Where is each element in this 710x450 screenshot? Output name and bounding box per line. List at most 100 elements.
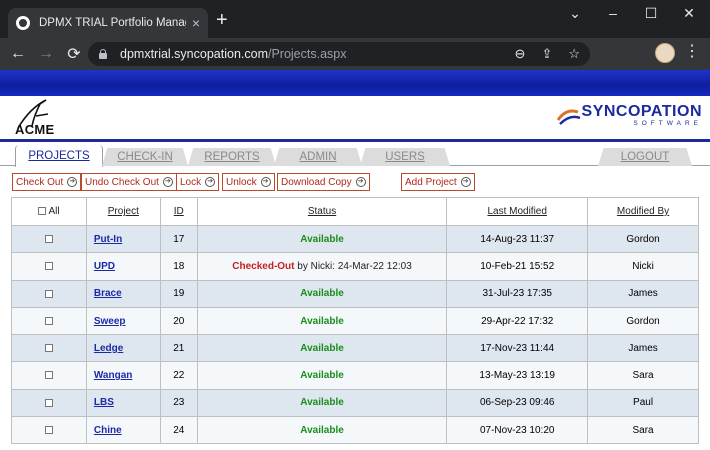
- tab-check-in[interactable]: CHECK-IN: [102, 148, 188, 166]
- project-link[interactable]: Ledge: [94, 343, 123, 354]
- project-link[interactable]: Wangan: [94, 370, 133, 381]
- new-tab-icon[interactable]: +: [216, 10, 228, 30]
- project-link[interactable]: Brace: [94, 288, 122, 299]
- profile-avatar[interactable]: [655, 43, 675, 63]
- row-checkbox[interactable]: [44, 371, 53, 380]
- add-project-button[interactable]: Add Project ➔: [401, 173, 475, 191]
- modified-by-column-header[interactable]: Modified By: [587, 197, 699, 226]
- project-id: 19: [159, 279, 198, 308]
- reload-icon[interactable]: ⟳: [60, 40, 88, 68]
- add-project-label: Add Project: [405, 176, 457, 188]
- unlock-label: Unlock: [226, 176, 257, 188]
- header-band: [0, 70, 710, 96]
- table-row: Ledge 21 Available 17-Nov-23 11:44 James: [11, 334, 699, 363]
- modified-by: Paul: [587, 388, 699, 418]
- row-checkbox[interactable]: [44, 344, 53, 353]
- app-header: ACME SYNCOPATION SOFTWARE: [0, 96, 710, 142]
- project-column-header[interactable]: Project: [85, 197, 161, 226]
- bookmark-star-icon[interactable]: ☆: [568, 46, 580, 62]
- tab-search-icon[interactable]: ⌄: [556, 0, 594, 26]
- project-link[interactable]: UPD: [94, 261, 115, 272]
- arrow-right-icon: ➔: [460, 177, 471, 187]
- table-row: Sweep 20 Available 29-Apr-22 17:32 Gordo…: [11, 306, 699, 336]
- row-checkbox[interactable]: [44, 289, 53, 298]
- close-window-icon[interactable]: ✕: [670, 0, 708, 26]
- tab-reports[interactable]: REPORTS: [188, 148, 276, 166]
- zoom-icon[interactable]: ⊖: [515, 46, 526, 62]
- arrow-right-icon: ➔: [260, 177, 271, 187]
- status-text: Available: [300, 370, 344, 382]
- modified-by-header-label[interactable]: Modified By: [617, 206, 669, 217]
- browser-menu-icon[interactable]: ⋮: [684, 44, 700, 60]
- project-link[interactable]: Chine: [94, 425, 122, 436]
- row-checkbox[interactable]: [44, 262, 53, 271]
- undo-check-out-button[interactable]: Undo Check Out ➔: [81, 173, 177, 191]
- projects-grid: All Project ID Status Last Modified Modi…: [11, 197, 699, 445]
- status-text: Available: [300, 233, 344, 245]
- id-header-label[interactable]: ID: [174, 206, 184, 217]
- tab-projects[interactable]: PROJECTS: [15, 145, 103, 167]
- maximize-icon[interactable]: ☐: [632, 0, 670, 26]
- vendor-name: SYNCOPATION: [581, 103, 702, 120]
- modified-by: Gordon: [587, 306, 699, 336]
- row-checkbox[interactable]: [44, 316, 53, 325]
- tab-title: DPMX TRIAL Portfolio Managem: [39, 17, 186, 29]
- lock-button[interactable]: Lock ➔: [176, 173, 220, 191]
- project-link[interactable]: Put-In: [94, 234, 122, 245]
- globe-icon: [16, 16, 30, 30]
- last-modified: 14-Aug-23 11:37: [446, 224, 589, 254]
- project-link[interactable]: LBS: [94, 397, 114, 408]
- tab-close-icon[interactable]: ×: [192, 15, 200, 31]
- select-all-checkbox[interactable]: [38, 207, 47, 216]
- project-id: 17: [159, 224, 198, 254]
- last-modified-header-label[interactable]: Last Modified: [487, 206, 546, 217]
- company-name: ACME: [15, 122, 55, 137]
- status-column-header[interactable]: Status: [196, 197, 448, 226]
- table-row: UPD 18 Checked-Out by Nicki: 24-Mar-22 1…: [11, 252, 699, 281]
- table-row: LBS 23 Available 06-Sep-23 09:46 Paul: [11, 388, 699, 418]
- table-row: Put-In 17 Available 14-Aug-23 11:37 Gord…: [11, 224, 699, 254]
- last-modified: 06-Sep-23 09:46: [446, 388, 589, 418]
- url-path: /Projects.aspx: [267, 47, 347, 61]
- minimize-icon[interactable]: –: [594, 0, 632, 26]
- select-all-label: All: [48, 206, 60, 217]
- check-out-label: Check Out: [16, 176, 64, 188]
- project-header-label[interactable]: Project: [108, 206, 139, 217]
- project-id: 22: [159, 361, 198, 390]
- modified-by: Sara: [587, 416, 699, 445]
- tab-logout[interactable]: LOGOUT: [598, 148, 692, 166]
- arrow-right-icon: ➔: [162, 177, 173, 187]
- browser-tab[interactable]: DPMX TRIAL Portfolio Managem ×: [8, 8, 208, 38]
- project-link[interactable]: Sweep: [94, 316, 126, 327]
- lock-icon: [98, 49, 108, 59]
- status-text: Available: [300, 315, 344, 327]
- id-column-header[interactable]: ID: [159, 197, 198, 226]
- table-row: Chine 24 Available 07-Nov-23 10:20 Sara: [11, 416, 699, 445]
- main-tabs: PROJECTS CHECK-IN REPORTS ADMIN USERS LO…: [0, 144, 710, 167]
- table-row: Wangan 22 Available 13-May-23 13:19 Sara: [11, 361, 699, 390]
- syncopation-logo: SYNCOPATION SOFTWARE: [556, 104, 702, 127]
- modified-by: James: [587, 279, 699, 308]
- status-header-label[interactable]: Status: [308, 206, 336, 217]
- status-text: Available: [300, 288, 344, 300]
- download-copy-button[interactable]: Download Copy ➔: [277, 173, 370, 191]
- last-modified: 13-May-23 13:19: [446, 361, 589, 390]
- arrow-right-icon: ➔: [67, 177, 78, 187]
- modified-by: Gordon: [587, 224, 699, 254]
- table-row: Brace 19 Available 31-Jul-23 17:35 James: [11, 279, 699, 308]
- last-modified-column-header[interactable]: Last Modified: [446, 197, 589, 226]
- row-checkbox[interactable]: [44, 235, 53, 243]
- tab-users[interactable]: USERS: [360, 148, 450, 166]
- forward-icon[interactable]: →: [32, 40, 60, 68]
- share-icon[interactable]: ⇪: [541, 46, 552, 62]
- select-all-header[interactable]: All: [11, 197, 87, 226]
- status-text: Available: [300, 342, 344, 354]
- row-checkbox[interactable]: [44, 398, 53, 407]
- unlock-button[interactable]: Unlock ➔: [222, 173, 275, 191]
- check-out-button[interactable]: Check Out ➔: [12, 173, 82, 191]
- back-icon[interactable]: ←: [4, 40, 32, 68]
- tab-admin[interactable]: ADMIN: [274, 148, 362, 166]
- address-bar[interactable]: dpmxtrial.syncopation.com/Projects.aspx …: [88, 42, 590, 66]
- last-modified: 29-Apr-22 17:32: [446, 306, 589, 336]
- row-checkbox[interactable]: [44, 426, 53, 435]
